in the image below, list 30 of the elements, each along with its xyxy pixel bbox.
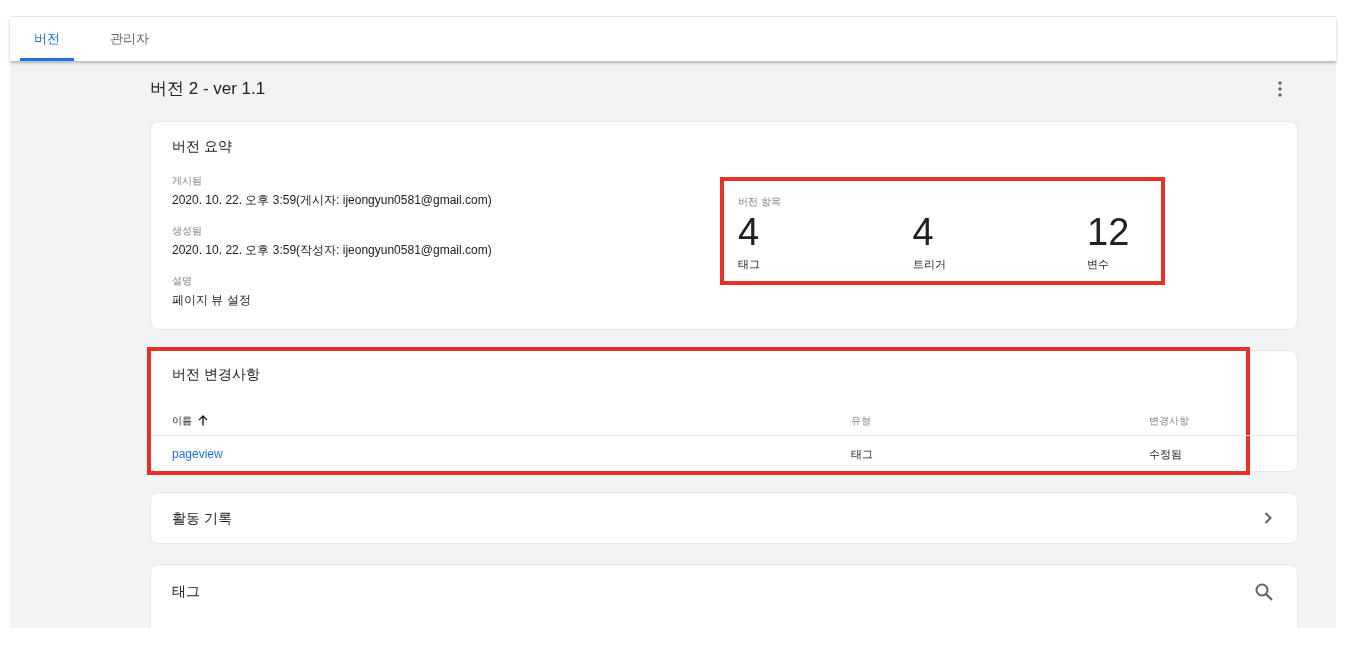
section-label: 버전 항목 xyxy=(738,195,782,209)
column-header: 변경사항 xyxy=(1149,414,1189,428)
count-label: 태그 xyxy=(738,257,761,272)
card-title: 버전 변경사항 xyxy=(172,365,261,384)
chevron-right-icon xyxy=(1264,512,1272,524)
field-label: 설명 xyxy=(172,274,193,288)
card-title: 활동 기록 xyxy=(172,508,232,528)
field-label: 생성됨 xyxy=(172,224,203,238)
count-value: 4 xyxy=(738,210,761,255)
item-link[interactable]: pageview xyxy=(172,445,851,463)
field-value: 2020. 10. 22. 오후 3:59(작성자: ijeongyun0581@gmail.com) xyxy=(172,242,493,259)
field-value: 2020. 10. 22. 오후 3:59(게시자: ijeongyun0581@gmail.com) xyxy=(172,192,493,209)
count-label: 트리거 xyxy=(912,257,947,272)
column-header: 유형 xyxy=(851,414,871,428)
card-title: 태그 xyxy=(172,582,200,601)
table-cell-text: 태그 xyxy=(851,446,874,462)
tab[interactable]: 관리자 xyxy=(96,17,163,61)
field-label: 게시됨 xyxy=(172,174,203,188)
card-title: 버전 요약 xyxy=(172,137,233,156)
activity-card[interactable]: 활동 기록 xyxy=(150,492,1298,544)
count-label: 변수 xyxy=(1087,257,1110,272)
page-title: 버전 2 - ver 1.1 xyxy=(150,78,266,101)
field-value: 페이지 뷰 설정 xyxy=(172,292,252,309)
table-cell-text: 수정됨 xyxy=(1149,446,1182,462)
search-icon[interactable] xyxy=(1255,583,1273,601)
more-icon[interactable] xyxy=(1278,81,1282,97)
count-value: 12 xyxy=(1087,210,1131,255)
sort-arrow-icon[interactable] xyxy=(198,415,208,426)
count-value: 4 xyxy=(912,210,935,255)
column-header[interactable]: 이름 xyxy=(172,413,192,428)
